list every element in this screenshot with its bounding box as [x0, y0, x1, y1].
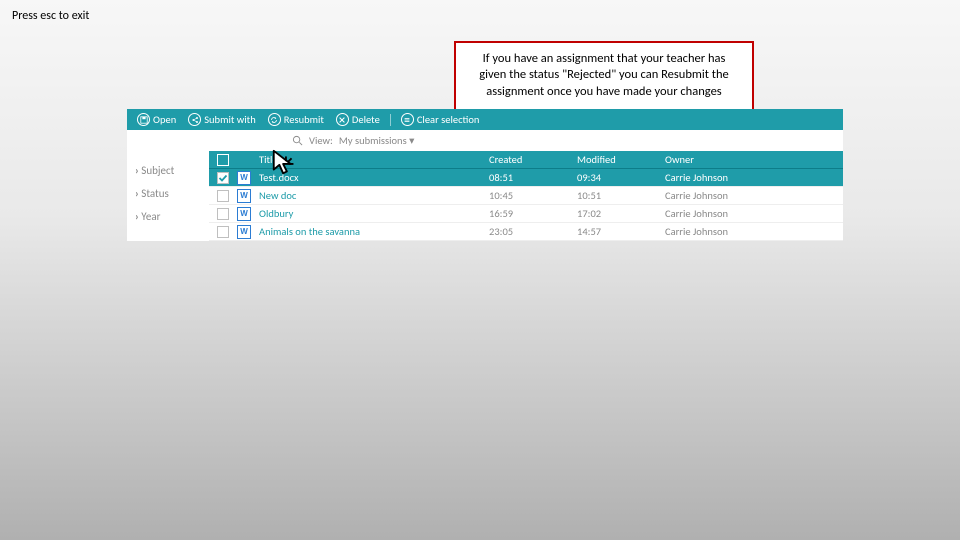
submit-label: Submit with: [204, 113, 256, 126]
content-area: View: My submissions ▾ Title Created Mod…: [209, 130, 843, 241]
sidebar-item-subject[interactable]: Subject: [135, 164, 209, 177]
row-checkbox[interactable]: [217, 226, 229, 238]
row-checkbox[interactable]: [217, 208, 229, 220]
row-checkbox[interactable]: [217, 172, 229, 184]
table-row[interactable]: W Animals on the savanna 23:0514:57Carrie …: [209, 223, 843, 241]
row-modified: 14:57: [575, 225, 663, 238]
row-created: 08:51: [487, 171, 575, 184]
clear-icon: [401, 113, 414, 126]
refresh-icon: [268, 113, 281, 126]
row-title[interactable]: Oldbury: [259, 207, 293, 220]
table-row[interactable]: W New doc 10:4510:51Carrie Johnson: [209, 187, 843, 205]
row-modified: 10:51: [575, 189, 663, 202]
view-label: View:: [309, 134, 333, 147]
word-file-icon: W: [237, 171, 251, 185]
assignments-panel: Open Submit with Resubmit Delete Clear s…: [127, 109, 843, 241]
table-row[interactable]: WTest.docx08:5109:34Carrie Johnson: [209, 169, 843, 187]
col-owner[interactable]: Owner: [663, 153, 833, 166]
row-owner: Carrie Johnson: [663, 189, 833, 202]
row-created: 16:59: [487, 207, 575, 220]
table-header: Title Created Modified Owner: [209, 151, 843, 169]
row-title[interactable]: New doc: [259, 189, 296, 202]
view-dropdown[interactable]: My submissions ▾: [339, 134, 414, 147]
col-modified[interactable]: Modified: [575, 153, 663, 166]
submit-with-button[interactable]: Submit with: [184, 113, 260, 126]
info-callout: If you have an assignment that your teac…: [454, 41, 754, 112]
word-file-icon: W: [237, 207, 251, 221]
chevron-down-icon: ▾: [409, 134, 414, 147]
word-file-icon: W: [237, 225, 251, 239]
delete-button[interactable]: Delete: [332, 113, 384, 126]
search-view-row: View: My submissions ▾: [209, 130, 843, 151]
action-toolbar: Open Submit with Resubmit Delete Clear s…: [127, 109, 843, 130]
save-icon: [137, 113, 150, 126]
share-icon: [188, 113, 201, 126]
search-icon[interactable]: [292, 135, 303, 146]
sidebar-item-status[interactable]: Status: [135, 187, 209, 200]
open-button[interactable]: Open: [133, 113, 180, 126]
sidebar-item-year[interactable]: Year: [135, 210, 209, 223]
table-row[interactable]: W Oldbury 16:5917:02Carrie Johnson: [209, 205, 843, 223]
row-owner: Carrie Johnson: [663, 225, 833, 238]
row-title[interactable]: Animals on the savanna: [259, 225, 360, 238]
resubmit-label: Resubmit: [284, 113, 324, 126]
row-owner: Carrie Johnson: [663, 207, 833, 220]
word-file-icon: W: [237, 189, 251, 203]
row-owner: Carrie Johnson: [663, 171, 833, 184]
toolbar-separator: [390, 114, 391, 126]
pointer-cursor-icon: [270, 148, 300, 183]
open-label: Open: [153, 113, 176, 126]
row-created: 23:05: [487, 225, 575, 238]
row-checkbox[interactable]: [217, 190, 229, 202]
col-created[interactable]: Created: [487, 153, 575, 166]
filter-sidebar: Subject Status Year: [127, 130, 209, 241]
row-modified: 17:02: [575, 207, 663, 220]
clear-label: Clear selection: [417, 113, 480, 126]
close-icon: [336, 113, 349, 126]
row-modified: 09:34: [575, 171, 663, 184]
esc-hint: Press esc to exit: [12, 9, 89, 23]
clear-selection-button[interactable]: Clear selection: [397, 113, 484, 126]
select-all-checkbox[interactable]: [217, 154, 229, 166]
row-created: 10:45: [487, 189, 575, 202]
resubmit-button[interactable]: Resubmit: [264, 113, 328, 126]
delete-label: Delete: [352, 113, 380, 126]
